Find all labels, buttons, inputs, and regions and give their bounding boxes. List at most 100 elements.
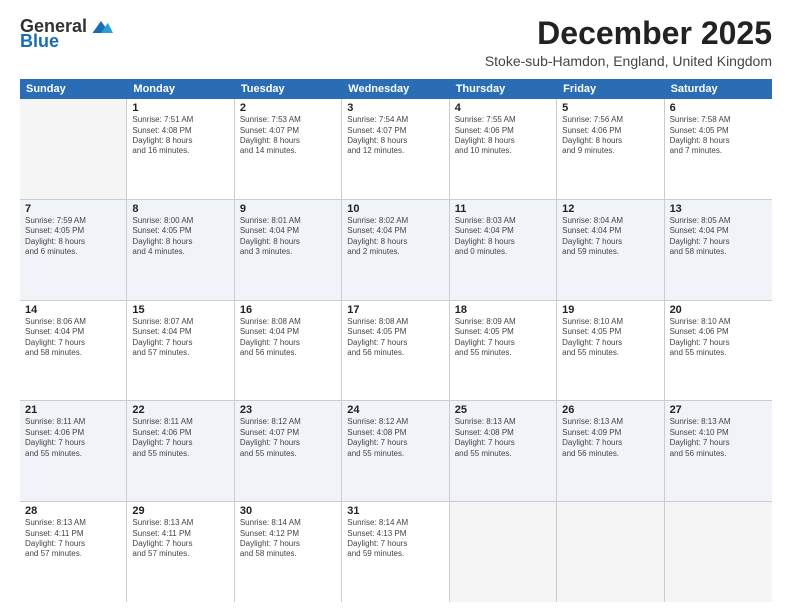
- logo-icon: [89, 17, 113, 37]
- cell-info: Sunrise: 8:13 AMSunset: 4:09 PMDaylight:…: [562, 417, 658, 459]
- cell-info: Sunrise: 8:13 AMSunset: 4:08 PMDaylight:…: [455, 417, 551, 459]
- day-number: 12: [562, 203, 658, 215]
- calendar-cell-r4-c6: [665, 502, 772, 602]
- calendar-cell-r0-c1: 1Sunrise: 7:51 AMSunset: 4:08 PMDaylight…: [127, 99, 234, 199]
- header-cell-sunday: Sunday: [20, 79, 127, 99]
- day-number: 6: [670, 102, 767, 114]
- logo-blue: Blue: [20, 31, 59, 52]
- header-cell-friday: Friday: [557, 79, 664, 99]
- day-number: 14: [25, 304, 121, 316]
- day-number: 3: [347, 102, 443, 114]
- cell-info: Sunrise: 8:06 AMSunset: 4:04 PMDaylight:…: [25, 317, 121, 359]
- day-number: 19: [562, 304, 658, 316]
- day-number: 28: [25, 505, 121, 517]
- calendar-cell-r1-c6: 13Sunrise: 8:05 AMSunset: 4:04 PMDayligh…: [665, 200, 772, 300]
- calendar-cell-r3-c6: 27Sunrise: 8:13 AMSunset: 4:10 PMDayligh…: [665, 401, 772, 501]
- day-number: 9: [240, 203, 336, 215]
- cell-info: Sunrise: 7:54 AMSunset: 4:07 PMDaylight:…: [347, 115, 443, 157]
- subtitle: Stoke-sub-Hamdon, England, United Kingdo…: [485, 53, 772, 69]
- day-number: 23: [240, 404, 336, 416]
- header: General Blue December 2025 Stoke-sub-Ham…: [20, 16, 772, 69]
- cell-info: Sunrise: 8:04 AMSunset: 4:04 PMDaylight:…: [562, 216, 658, 258]
- calendar-cell-r3-c2: 23Sunrise: 8:12 AMSunset: 4:07 PMDayligh…: [235, 401, 342, 501]
- day-number: 26: [562, 404, 658, 416]
- day-number: 21: [25, 404, 121, 416]
- calendar-cell-r1-c5: 12Sunrise: 8:04 AMSunset: 4:04 PMDayligh…: [557, 200, 664, 300]
- calendar-row-3: 21Sunrise: 8:11 AMSunset: 4:06 PMDayligh…: [20, 401, 772, 502]
- cell-info: Sunrise: 8:00 AMSunset: 4:05 PMDaylight:…: [132, 216, 228, 258]
- header-cell-saturday: Saturday: [665, 79, 772, 99]
- cell-info: Sunrise: 8:08 AMSunset: 4:05 PMDaylight:…: [347, 317, 443, 359]
- calendar-cell-r4-c3: 31Sunrise: 8:14 AMSunset: 4:13 PMDayligh…: [342, 502, 449, 602]
- cell-info: Sunrise: 7:58 AMSunset: 4:05 PMDaylight:…: [670, 115, 767, 157]
- calendar-cell-r2-c2: 16Sunrise: 8:08 AMSunset: 4:04 PMDayligh…: [235, 301, 342, 401]
- cell-info: Sunrise: 8:13 AMSunset: 4:11 PMDaylight:…: [132, 518, 228, 560]
- day-number: 2: [240, 102, 336, 114]
- day-number: 8: [132, 203, 228, 215]
- day-number: 27: [670, 404, 767, 416]
- day-number: 10: [347, 203, 443, 215]
- calendar-cell-r2-c6: 20Sunrise: 8:10 AMSunset: 4:06 PMDayligh…: [665, 301, 772, 401]
- day-number: 13: [670, 203, 767, 215]
- calendar-cell-r0-c3: 3Sunrise: 7:54 AMSunset: 4:07 PMDaylight…: [342, 99, 449, 199]
- day-number: 25: [455, 404, 551, 416]
- day-number: 30: [240, 505, 336, 517]
- day-number: 1: [132, 102, 228, 114]
- cell-info: Sunrise: 7:59 AMSunset: 4:05 PMDaylight:…: [25, 216, 121, 258]
- cell-info: Sunrise: 8:10 AMSunset: 4:06 PMDaylight:…: [670, 317, 767, 359]
- logo: General Blue: [20, 16, 113, 52]
- calendar-cell-r1-c1: 8Sunrise: 8:00 AMSunset: 4:05 PMDaylight…: [127, 200, 234, 300]
- cell-info: Sunrise: 8:03 AMSunset: 4:04 PMDaylight:…: [455, 216, 551, 258]
- cell-info: Sunrise: 8:01 AMSunset: 4:04 PMDaylight:…: [240, 216, 336, 258]
- calendar-cell-r4-c4: [450, 502, 557, 602]
- calendar-cell-r4-c2: 30Sunrise: 8:14 AMSunset: 4:12 PMDayligh…: [235, 502, 342, 602]
- day-number: 4: [455, 102, 551, 114]
- cell-info: Sunrise: 8:13 AMSunset: 4:10 PMDaylight:…: [670, 417, 767, 459]
- header-cell-thursday: Thursday: [450, 79, 557, 99]
- cell-info: Sunrise: 7:55 AMSunset: 4:06 PMDaylight:…: [455, 115, 551, 157]
- cell-info: Sunrise: 8:14 AMSunset: 4:13 PMDaylight:…: [347, 518, 443, 560]
- calendar-cell-r1-c3: 10Sunrise: 8:02 AMSunset: 4:04 PMDayligh…: [342, 200, 449, 300]
- cell-info: Sunrise: 7:53 AMSunset: 4:07 PMDaylight:…: [240, 115, 336, 157]
- calendar-header: SundayMondayTuesdayWednesdayThursdayFrid…: [20, 79, 772, 99]
- day-number: 22: [132, 404, 228, 416]
- calendar: SundayMondayTuesdayWednesdayThursdayFrid…: [20, 79, 772, 602]
- calendar-cell-r3-c1: 22Sunrise: 8:11 AMSunset: 4:06 PMDayligh…: [127, 401, 234, 501]
- calendar-row-0: 1Sunrise: 7:51 AMSunset: 4:08 PMDaylight…: [20, 99, 772, 200]
- calendar-cell-r2-c0: 14Sunrise: 8:06 AMSunset: 4:04 PMDayligh…: [20, 301, 127, 401]
- calendar-cell-r4-c5: [557, 502, 664, 602]
- cell-info: Sunrise: 7:56 AMSunset: 4:06 PMDaylight:…: [562, 115, 658, 157]
- calendar-cell-r0-c2: 2Sunrise: 7:53 AMSunset: 4:07 PMDaylight…: [235, 99, 342, 199]
- day-number: 15: [132, 304, 228, 316]
- cell-info: Sunrise: 8:02 AMSunset: 4:04 PMDaylight:…: [347, 216, 443, 258]
- calendar-cell-r2-c4: 18Sunrise: 8:09 AMSunset: 4:05 PMDayligh…: [450, 301, 557, 401]
- cell-info: Sunrise: 8:11 AMSunset: 4:06 PMDaylight:…: [132, 417, 228, 459]
- cell-info: Sunrise: 8:05 AMSunset: 4:04 PMDaylight:…: [670, 216, 767, 258]
- main-title: December 2025: [485, 16, 772, 51]
- header-cell-monday: Monday: [127, 79, 234, 99]
- calendar-cell-r0-c4: 4Sunrise: 7:55 AMSunset: 4:06 PMDaylight…: [450, 99, 557, 199]
- day-number: 5: [562, 102, 658, 114]
- day-number: 11: [455, 203, 551, 215]
- calendar-cell-r3-c0: 21Sunrise: 8:11 AMSunset: 4:06 PMDayligh…: [20, 401, 127, 501]
- cell-info: Sunrise: 8:14 AMSunset: 4:12 PMDaylight:…: [240, 518, 336, 560]
- day-number: 29: [132, 505, 228, 517]
- calendar-row-2: 14Sunrise: 8:06 AMSunset: 4:04 PMDayligh…: [20, 301, 772, 402]
- calendar-cell-r1-c4: 11Sunrise: 8:03 AMSunset: 4:04 PMDayligh…: [450, 200, 557, 300]
- day-number: 16: [240, 304, 336, 316]
- cell-info: Sunrise: 8:11 AMSunset: 4:06 PMDaylight:…: [25, 417, 121, 459]
- calendar-cell-r2-c5: 19Sunrise: 8:10 AMSunset: 4:05 PMDayligh…: [557, 301, 664, 401]
- day-number: 7: [25, 203, 121, 215]
- cell-info: Sunrise: 8:13 AMSunset: 4:11 PMDaylight:…: [25, 518, 121, 560]
- day-number: 18: [455, 304, 551, 316]
- day-number: 24: [347, 404, 443, 416]
- day-number: 31: [347, 505, 443, 517]
- cell-info: Sunrise: 8:09 AMSunset: 4:05 PMDaylight:…: [455, 317, 551, 359]
- calendar-cell-r1-c0: 7Sunrise: 7:59 AMSunset: 4:05 PMDaylight…: [20, 200, 127, 300]
- header-cell-wednesday: Wednesday: [342, 79, 449, 99]
- calendar-cell-r4-c0: 28Sunrise: 8:13 AMSunset: 4:11 PMDayligh…: [20, 502, 127, 602]
- calendar-cell-r4-c1: 29Sunrise: 8:13 AMSunset: 4:11 PMDayligh…: [127, 502, 234, 602]
- calendar-row-4: 28Sunrise: 8:13 AMSunset: 4:11 PMDayligh…: [20, 502, 772, 602]
- calendar-cell-r2-c3: 17Sunrise: 8:08 AMSunset: 4:05 PMDayligh…: [342, 301, 449, 401]
- calendar-cell-r3-c3: 24Sunrise: 8:12 AMSunset: 4:08 PMDayligh…: [342, 401, 449, 501]
